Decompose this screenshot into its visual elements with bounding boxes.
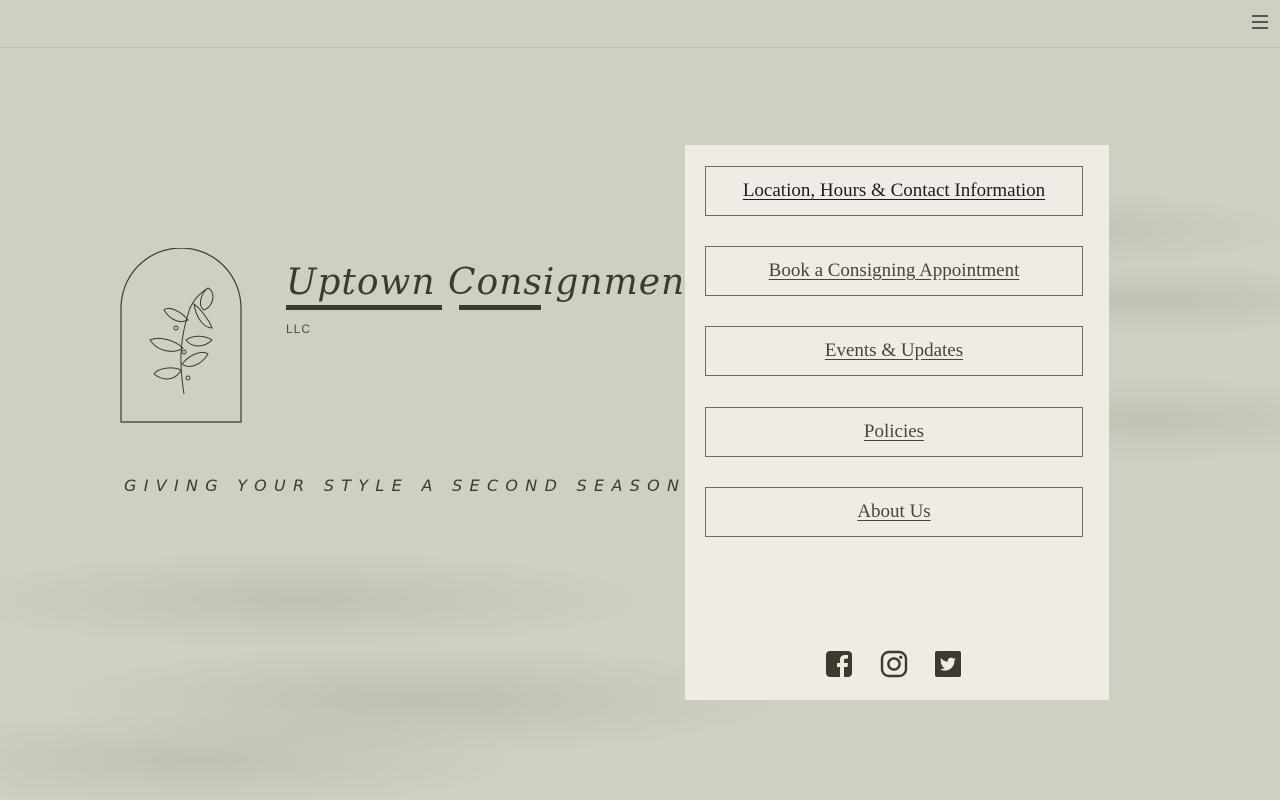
nav-about-us-button[interactable]: About Us	[705, 487, 1083, 537]
tagline: GIVING YOUR STYLE A SECOND SEASON	[124, 476, 687, 495]
nav-events-updates-button[interactable]: Events & Updates	[705, 326, 1083, 376]
navigation-panel: Location, Hours & Contact Information Bo…	[685, 145, 1109, 700]
nav-location-hours-contact-button[interactable]: Location, Hours & Contact Information	[705, 166, 1083, 216]
brand-llc: LLC	[286, 322, 312, 336]
twitter-icon[interactable]	[934, 650, 962, 678]
brand-underline	[286, 305, 442, 310]
nav-book-appointment-button[interactable]: Book a Consigning Appointment	[705, 246, 1083, 296]
leaf-arch-logo-icon	[120, 248, 242, 423]
facebook-icon[interactable]	[825, 650, 853, 678]
brand-name: Uptown Consignment	[286, 262, 701, 303]
instagram-icon[interactable]	[880, 650, 908, 678]
hamburger-menu-icon[interactable]	[1252, 15, 1268, 31]
brand-underline	[459, 305, 541, 310]
top-bar	[0, 0, 1280, 48]
nav-policies-button[interactable]: Policies	[705, 407, 1083, 457]
